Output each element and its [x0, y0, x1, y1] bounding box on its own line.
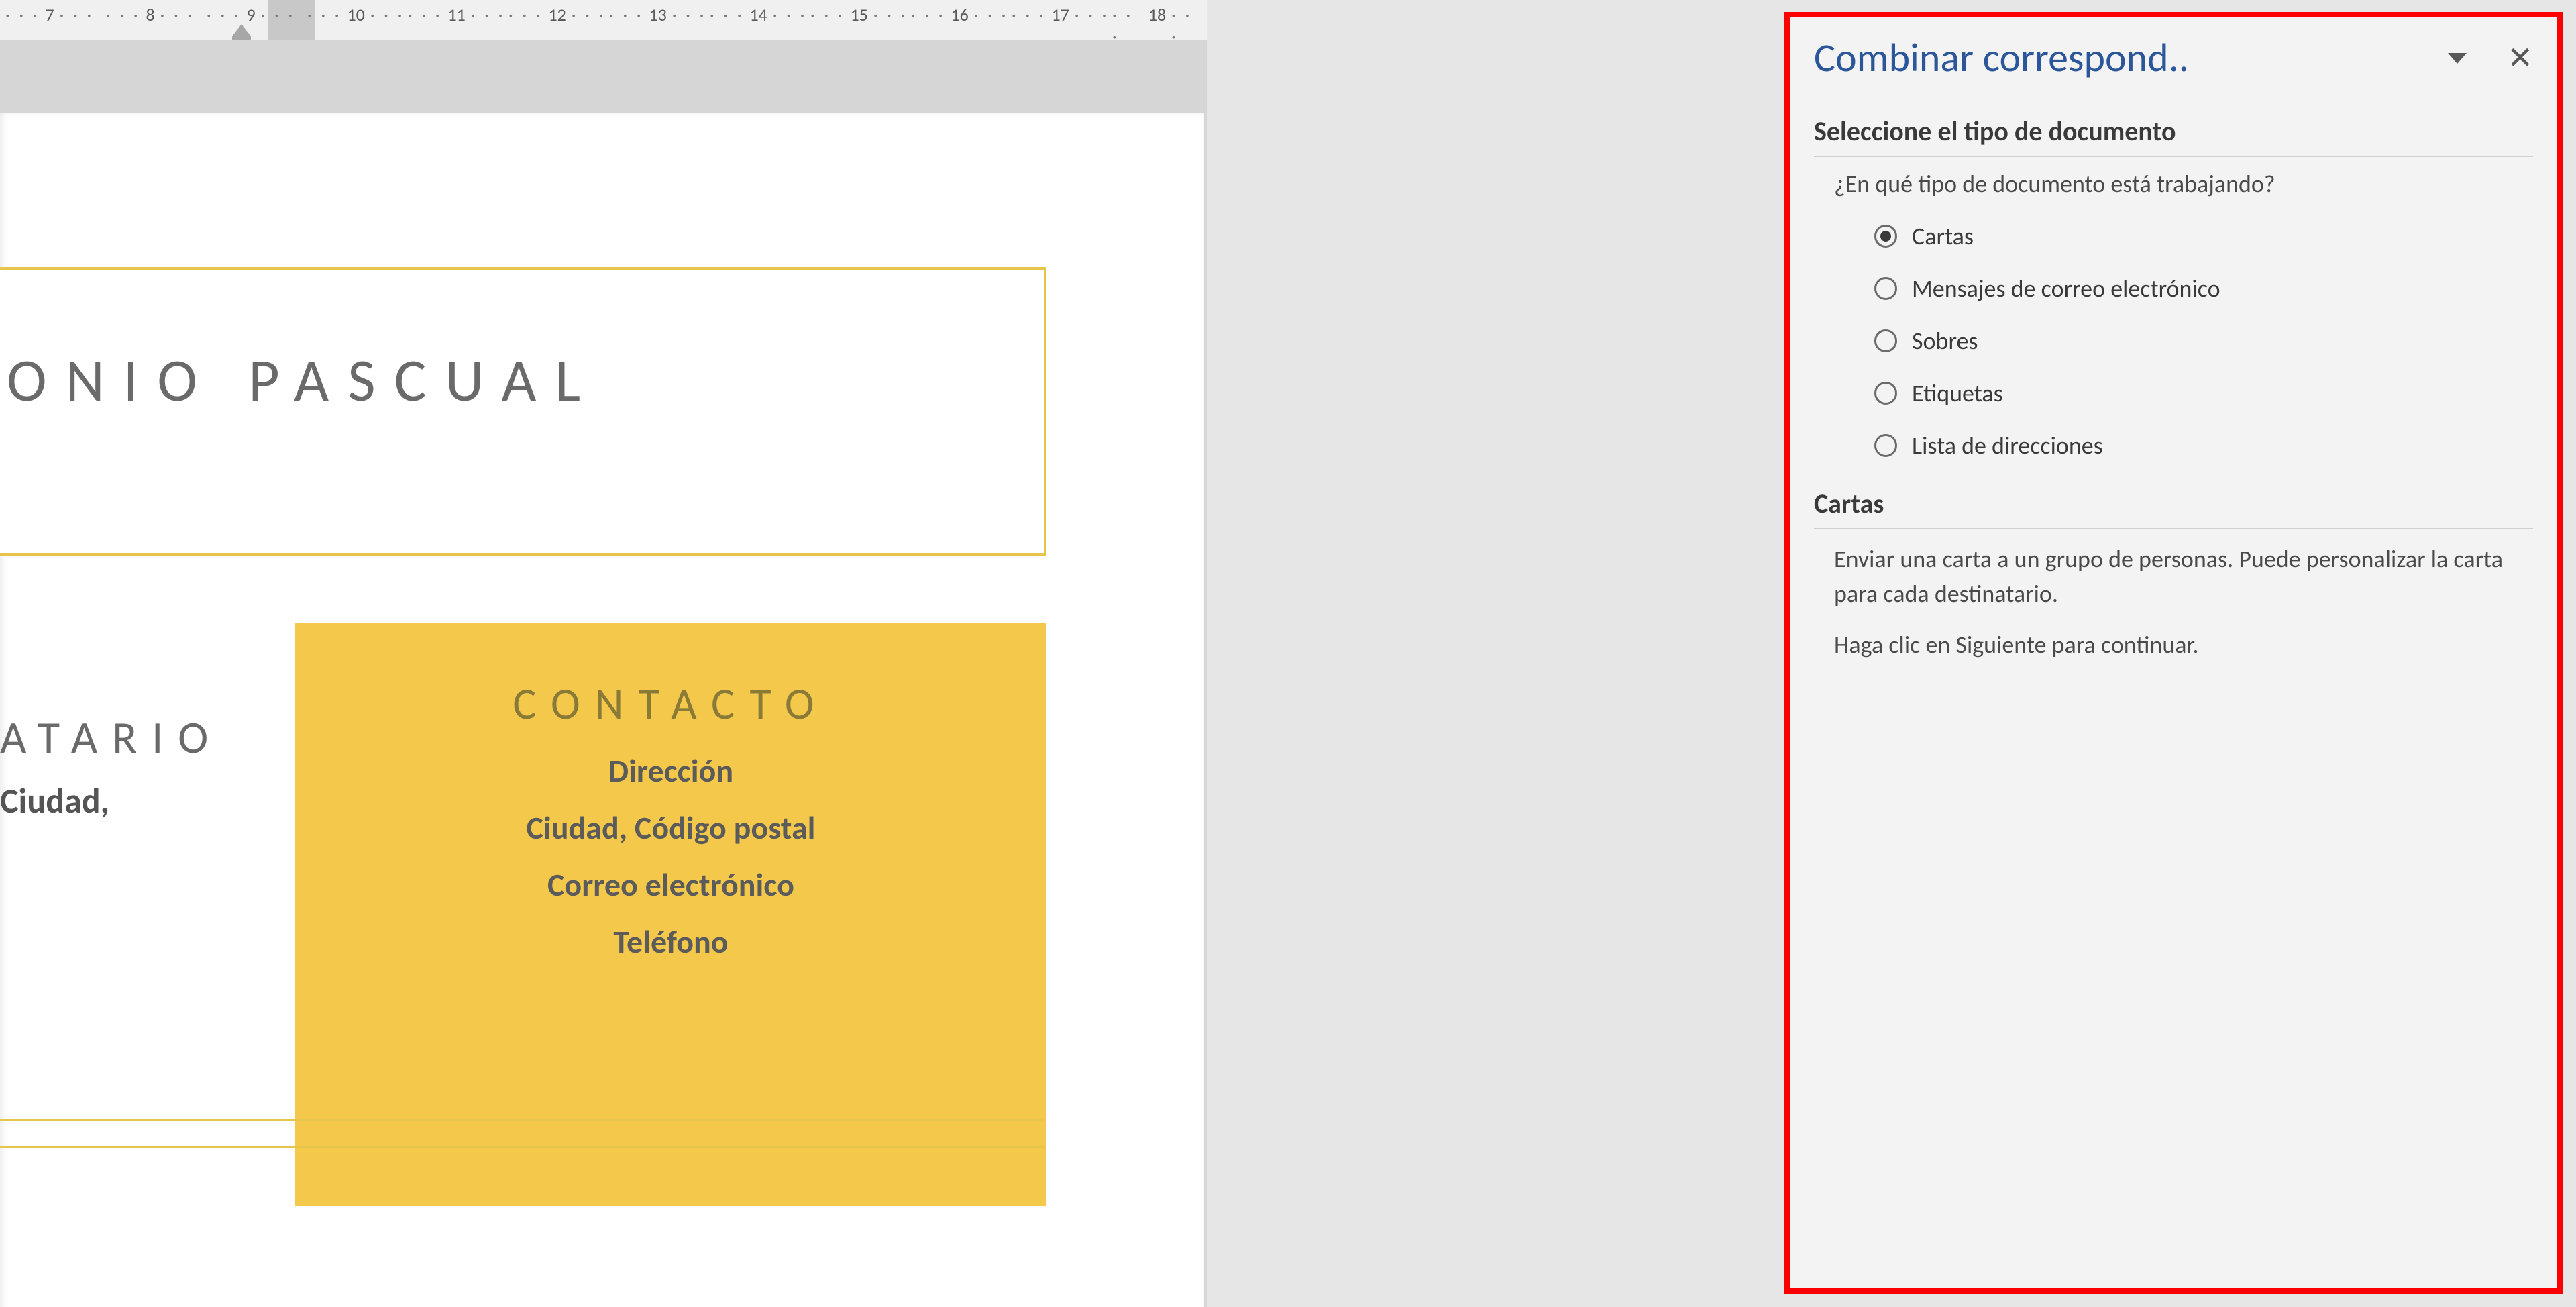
radio-option-mensajes-de-correo-electr-nico[interactable]: Mensajes de correo electrónico — [1874, 274, 2533, 303]
ruler-mark-16: · · ·16· · · — [906, 0, 1014, 40]
pane-section1-title: Seleccione el tipo de documento — [1814, 115, 2533, 157]
radio-option-etiquetas[interactable]: Etiquetas — [1874, 378, 2533, 408]
radio-label: Mensajes de correo electrónico — [1912, 274, 2220, 303]
radio-icon[interactable] — [1874, 329, 1897, 352]
divider-line-1 — [0, 1119, 1046, 1121]
radio-label: Cartas — [1912, 221, 1974, 251]
app-root: · · ·7· · ·· · ·8· · ·· · ·9· · ·· · ·10… — [0, 0, 2576, 1307]
radio-option-sobres[interactable]: Sobres — [1874, 326, 2533, 356]
ruler-mark-17: · · ·17· · · — [1006, 0, 1114, 40]
ruler-mark-18: · · ·18· · · — [1107, 0, 1208, 40]
horizontal-ruler[interactable]: · · ·7· · ·· · ·8· · ·· · ·9· · ·· · ·10… — [0, 0, 1208, 40]
document-canvas-area: ONIO PASCUAL ATARIO Ciudad, CONTACTO Dir… — [0, 40, 1208, 1307]
radio-option-cartas[interactable]: Cartas — [1874, 221, 2533, 251]
ruler-mark-8: · · ·8· · · — [101, 0, 200, 40]
pane-description-2: Haga clic en Siguiente para continuar. — [1834, 627, 2533, 662]
ruler-mark-10: · · ·10· · · — [302, 0, 410, 40]
ruler-mark-12: · · ·12· · · — [503, 0, 611, 40]
canvas-gray-gap — [1208, 0, 1784, 1307]
contact-line-address[interactable]: Dirección — [295, 751, 1046, 790]
radio-label: Sobres — [1912, 326, 1978, 356]
ruler-mark-13: · · ·13· · · — [604, 0, 712, 40]
ruler-mark-7: · · ·7· · · — [0, 0, 99, 40]
pane-question-text: ¿En qué tipo de documento está trabajand… — [1834, 169, 2533, 199]
contact-line-city-zip[interactable]: Ciudad, Código postal — [295, 808, 1046, 847]
close-icon[interactable]: ✕ — [2507, 43, 2533, 74]
divider-line-2 — [0, 1146, 1046, 1148]
chevron-down-icon[interactable] — [2448, 53, 2467, 64]
letterhead-name[interactable]: ONIO PASCUAL — [0, 344, 1044, 417]
contact-line-phone[interactable]: Teléfono — [295, 922, 1046, 961]
radio-icon[interactable] — [1874, 434, 1897, 457]
ruler-mark-11: · · ·11· · · — [402, 0, 511, 40]
radio-label: Etiquetas — [1912, 378, 2003, 408]
mail-merge-task-pane: Combinar correspond.. ✕ Seleccione el ti… — [1784, 12, 2563, 1294]
radio-icon[interactable] — [1874, 277, 1897, 300]
document-page[interactable]: ONIO PASCUAL ATARIO Ciudad, CONTACTO Dir… — [0, 113, 1204, 1307]
recipient-city-line[interactable]: Ciudad, — [0, 779, 255, 822]
task-pane-title: Combinar correspond.. — [1814, 34, 2189, 83]
ruler-mark-9: · · ·9· · · — [201, 0, 301, 40]
ruler-mark-14: · · ·14· · · — [704, 0, 812, 40]
task-pane-actions: ✕ — [2448, 43, 2533, 74]
letterhead-box: ONIO PASCUAL — [0, 267, 1046, 556]
ruler-mark-15: · · ·15· · · — [805, 0, 913, 40]
radio-icon[interactable] — [1874, 225, 1897, 248]
radio-icon[interactable] — [1874, 382, 1897, 405]
document-type-radio-group: Cartas Mensajes de correo electrónico Sobr… — [1874, 221, 2533, 460]
task-pane-header: Combinar correspond.. ✕ — [1814, 34, 2533, 83]
radio-option-lista-de-direcciones[interactable]: Lista de direcciones — [1874, 431, 2533, 460]
contact-card-title: CONTACTO — [295, 676, 1046, 731]
contact-line-email[interactable]: Correo electrónico — [295, 865, 1046, 904]
recipient-block: ATARIO Ciudad, — [0, 710, 255, 822]
radio-label: Lista de direcciones — [1912, 431, 2103, 460]
indent-marker-icon[interactable] — [232, 24, 251, 36]
pane-description-1: Enviar una carta a un grupo de personas.… — [1834, 541, 2533, 611]
recipient-title-partial[interactable]: ATARIO — [0, 710, 255, 766]
pane-section2-title: Cartas — [1814, 487, 2533, 529]
